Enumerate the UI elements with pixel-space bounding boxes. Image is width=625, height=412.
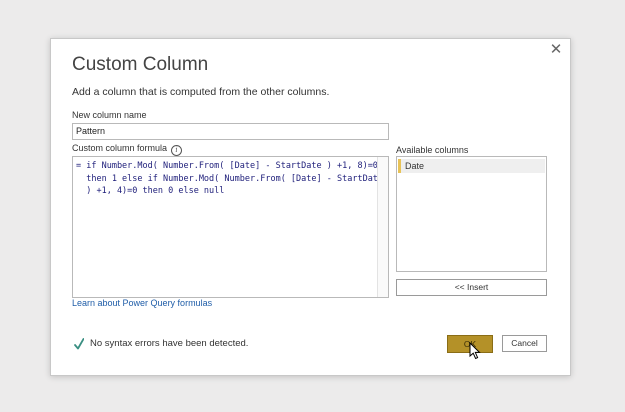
- formula-label-row: Custom column formula i: [72, 143, 183, 156]
- formula-line: then 1 else if Number.Mod( Number.From( …: [76, 173, 384, 184]
- list-item-date[interactable]: Date: [398, 159, 545, 173]
- custom-column-dialog: ✕ Custom Column Add a column that is com…: [50, 38, 571, 376]
- insert-button[interactable]: << Insert: [396, 279, 547, 296]
- dialog-subtitle: Add a column that is computed from the o…: [72, 86, 330, 98]
- syntax-status-text: No syntax errors have been detected.: [90, 338, 249, 349]
- close-icon[interactable]: ✕: [549, 40, 563, 58]
- ok-button[interactable]: OK: [447, 335, 493, 353]
- formula-editor[interactable]: = if Number.Mod( Number.From( [Date] - S…: [72, 156, 389, 298]
- info-icon[interactable]: i: [171, 145, 183, 156]
- dialog-title: Custom Column: [72, 54, 209, 75]
- learn-power-query-link[interactable]: Learn about Power Query formulas: [72, 298, 212, 308]
- formula-scrollbar[interactable]: [377, 157, 388, 297]
- formula-line: = if Number.Mod( Number.From( [Date] - S…: [76, 161, 378, 171]
- formula-line: ) +1, 4)=0 then 0 else null: [76, 186, 225, 197]
- check-icon: [74, 338, 84, 350]
- available-columns-label: Available columns: [396, 145, 469, 155]
- formula-text[interactable]: = if Number.Mod( Number.From( [Date] - S…: [76, 160, 384, 198]
- cancel-button[interactable]: Cancel: [502, 335, 547, 352]
- new-column-name-input[interactable]: [72, 123, 389, 140]
- new-column-name-label: New column name: [72, 110, 147, 120]
- formula-label: Custom column formula: [72, 143, 168, 153]
- available-columns-list[interactable]: Date: [396, 156, 547, 272]
